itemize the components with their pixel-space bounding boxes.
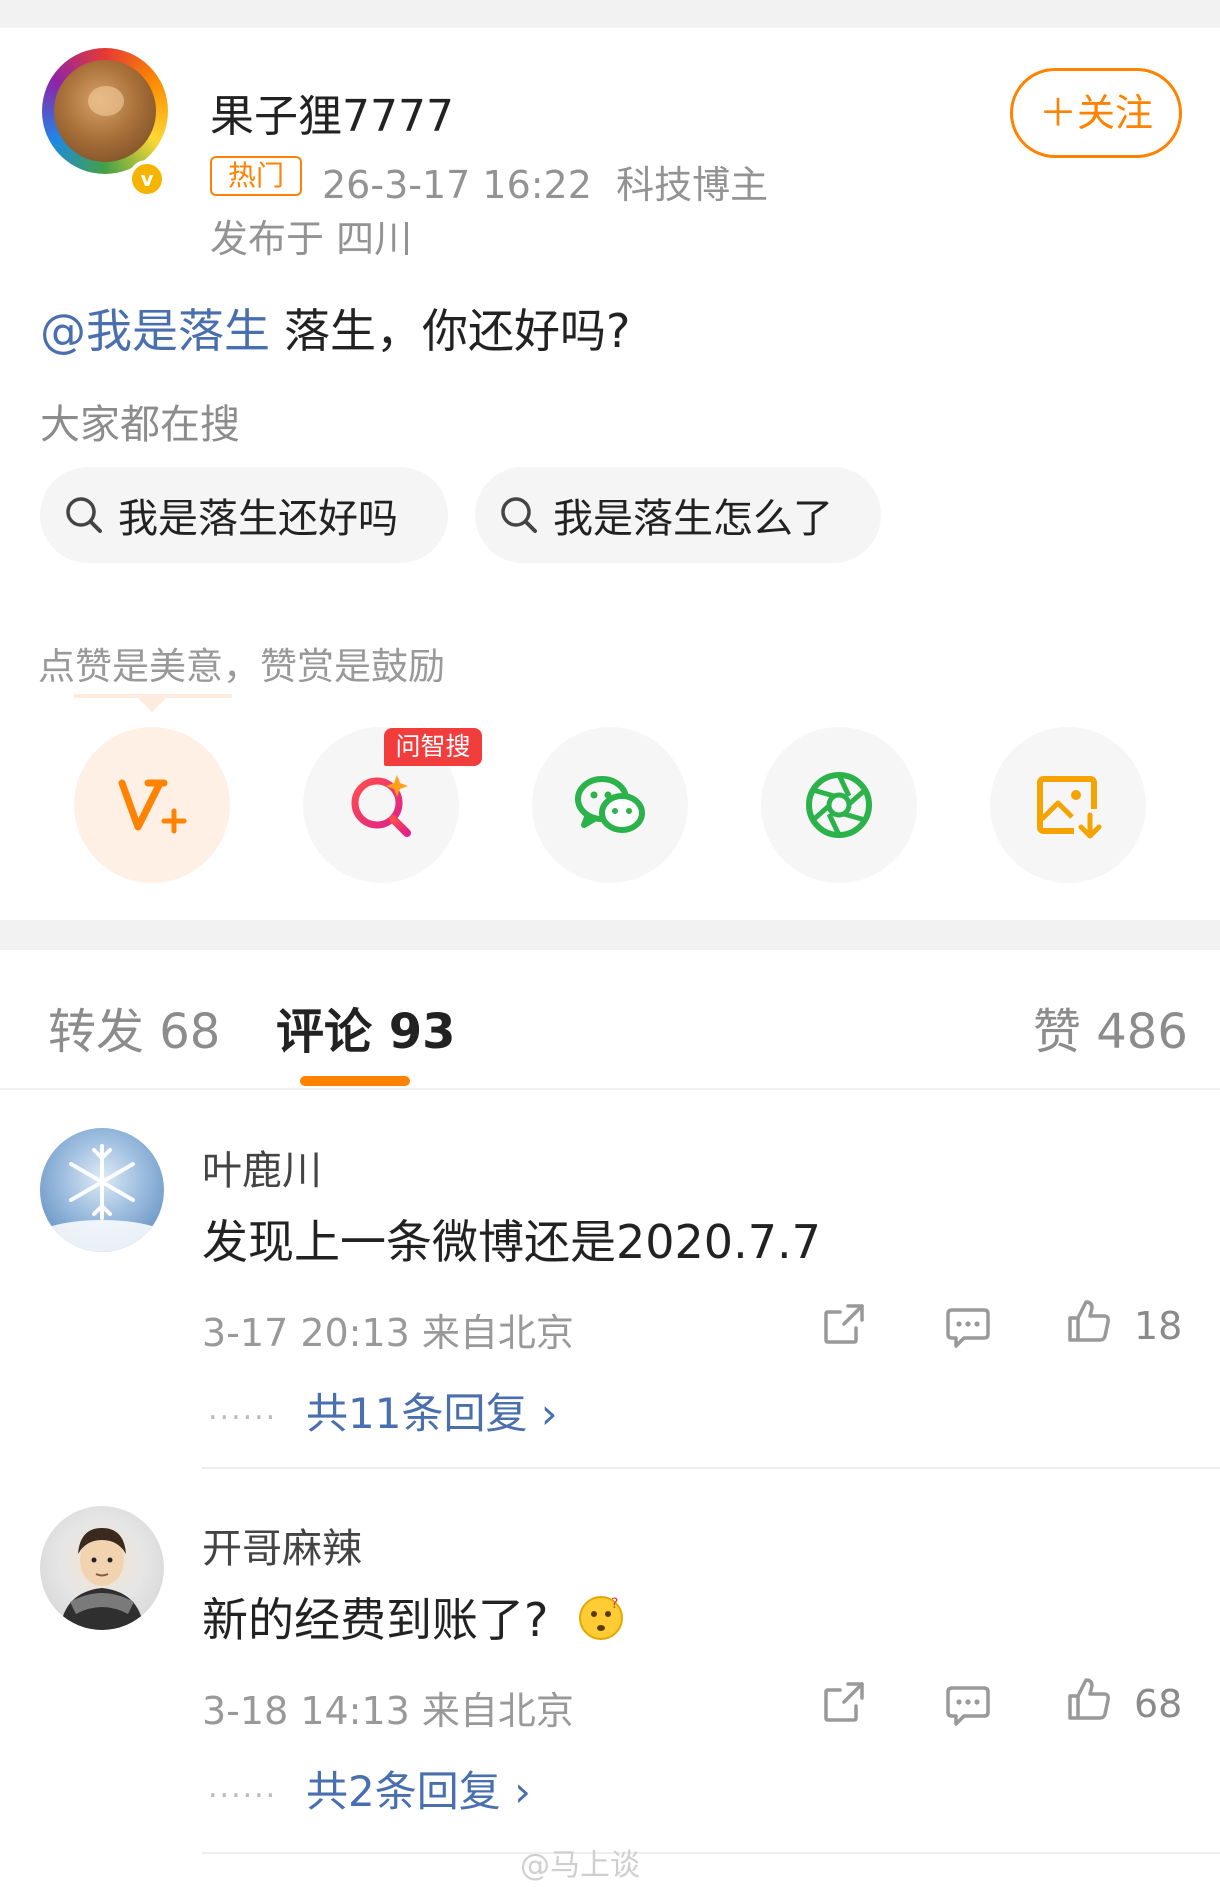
post-meta: 26-3-17 16:22 科技博主	[322, 154, 768, 209]
commenter-name[interactable]: 叶鹿川	[202, 1138, 322, 1196]
hot-badge: 热门	[210, 156, 302, 196]
commenter-avatar[interactable]	[40, 1506, 164, 1630]
save-image-button[interactable]	[990, 727, 1146, 883]
view-replies-link[interactable]: 共11条回复 ›	[306, 1380, 558, 1441]
weibo-watermark: @马上谈	[520, 1848, 640, 1883]
search-chip[interactable]: 我是落生还好吗	[40, 467, 448, 563]
like-count: 68	[1134, 1682, 1183, 1726]
follow-button[interactable]: ＋关注	[1010, 68, 1182, 158]
tab-comments[interactable]: 评论 93	[276, 992, 456, 1062]
reward-tip-text: 点赞是美意，赞赏是鼓励	[38, 645, 445, 688]
search-chip-label: 我是落生怎么了	[553, 496, 833, 542]
comment-meta: 3-18 14:13 来自北京	[202, 1689, 574, 1733]
save-image-icon	[1037, 776, 1102, 839]
tip-v-plus-icon	[118, 779, 187, 834]
thinking-emoji-icon: ?	[577, 1594, 625, 1653]
ai-search-icon	[351, 775, 411, 837]
active-tab-indicator	[300, 1076, 410, 1086]
moments-icon	[806, 772, 872, 838]
tab-repost[interactable]: 转发 68	[48, 992, 220, 1062]
ai-search-badge: 问智搜	[384, 728, 482, 766]
cartoon-avatar-icon	[60, 1528, 144, 1630]
avatar-image	[54, 60, 156, 162]
commenter-avatar[interactable]	[40, 1128, 164, 1252]
wechat-icon	[575, 776, 645, 833]
post-text: @我是落生 落生，你还好吗?	[40, 295, 630, 361]
moments-share-button[interactable]	[761, 727, 917, 883]
trending-search-label: 大家都在搜	[40, 402, 240, 448]
wechat-share-button[interactable]	[532, 727, 688, 883]
search-chip[interactable]: 我是落生怎么了	[475, 467, 881, 563]
comment-text: 新的经费到账了? ?	[202, 1584, 625, 1653]
share-icon[interactable]	[820, 1678, 868, 1730]
post-location: 发布于 四川	[210, 217, 413, 261]
top-separator	[0, 0, 1220, 28]
search-icon	[64, 495, 104, 535]
comment-meta: 3-17 20:13 来自北京	[202, 1311, 574, 1355]
post-timestamp: 26-3-17 16:22	[322, 163, 592, 207]
verified-badge-icon: v	[128, 160, 166, 198]
like-count: 18	[1134, 1304, 1183, 1348]
comment-text: 发现上一条微博还是2020.7.7	[202, 1215, 821, 1269]
like-icon[interactable]	[1064, 1296, 1114, 1350]
comment-divider	[202, 1467, 1220, 1469]
commenter-name[interactable]: 开哥麻辣	[202, 1516, 362, 1574]
reply-icon[interactable]	[944, 1302, 992, 1354]
reply-icon[interactable]	[944, 1680, 992, 1732]
interaction-tabs: 转发 68 评论 93 赞 486	[0, 950, 1220, 1090]
author-avatar[interactable]	[42, 48, 168, 174]
share-icon[interactable]	[820, 1300, 868, 1352]
section-separator	[0, 920, 1220, 950]
replies-dots: ......	[208, 1770, 278, 1805]
like-icon[interactable]	[1064, 1674, 1114, 1728]
search-chip-label: 我是落生还好吗	[118, 496, 398, 542]
snowflake-avatar-icon	[40, 1144, 164, 1252]
tip-button[interactable]	[74, 727, 230, 883]
author-category: 科技博主	[616, 163, 769, 207]
replies-dots: ......	[208, 1392, 278, 1427]
mention-link[interactable]: @我是落生	[40, 304, 270, 358]
comment-divider	[202, 1852, 1220, 1854]
view-replies-link[interactable]: 共2条回复 ›	[306, 1758, 531, 1819]
post-body: 落生，你还好吗?	[284, 304, 631, 358]
tip-arrow-icon	[138, 698, 166, 712]
svg-text:?: ?	[611, 1596, 618, 1612]
search-icon	[499, 495, 539, 535]
comment-body: 新的经费到账了?	[202, 1593, 549, 1647]
tab-likes[interactable]: 赞 486	[1033, 992, 1188, 1062]
author-name[interactable]: 果子狸7777	[210, 80, 454, 144]
